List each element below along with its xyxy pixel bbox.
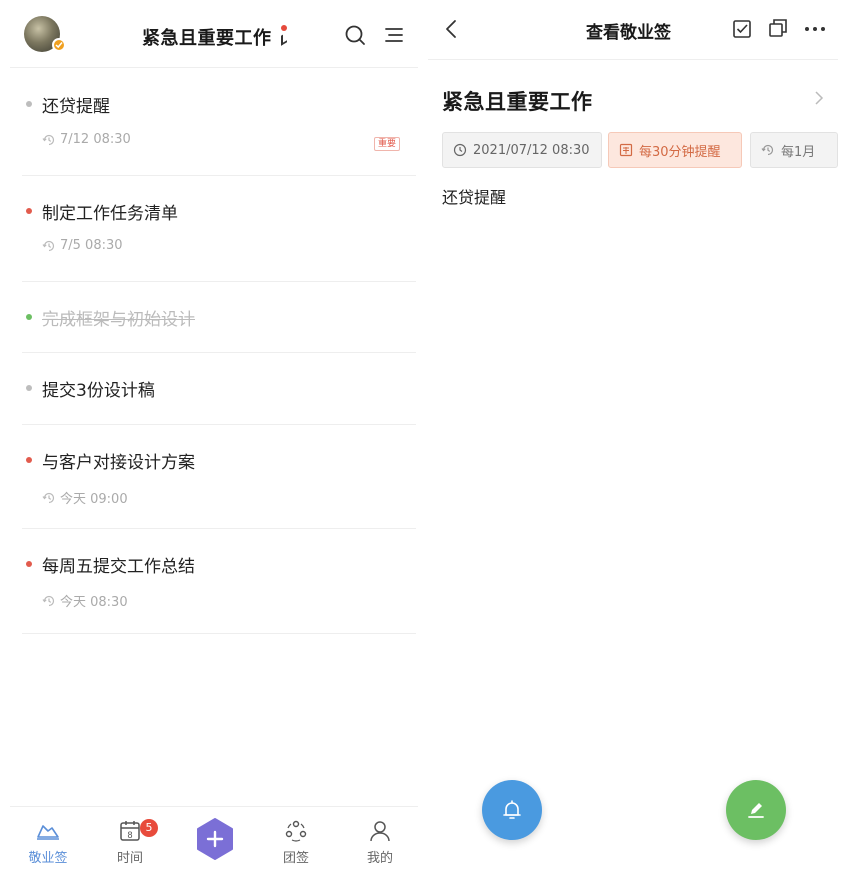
tab-jingyeqian[interactable]: 敬业签 xyxy=(18,819,78,866)
list-header: 紧急且重要工作 xyxy=(10,0,418,68)
item-time: 今天 09:00 xyxy=(60,492,128,507)
unread-dot-icon xyxy=(281,25,287,31)
item-title: 提交3份设计稿 xyxy=(42,381,155,401)
add-button[interactable] xyxy=(194,817,236,861)
copy-icon[interactable] xyxy=(768,18,788,38)
item-meta: 今天 09:00 xyxy=(42,488,128,507)
item-time: 7/5 08:30 xyxy=(60,238,123,253)
tab-mine[interactable]: 我的 xyxy=(350,819,410,866)
reminder-fab-button[interactable] xyxy=(482,780,542,840)
bottom-tab-bar: 敬业签 8 时间 5 团签 我的 xyxy=(10,806,418,880)
tab-team[interactable]: 团签 xyxy=(266,819,326,866)
tab-label: 敬业签 xyxy=(28,851,68,866)
detail-header: 查看敬业签 xyxy=(428,0,838,60)
more-icon[interactable] xyxy=(804,26,826,32)
important-tag: 重要 xyxy=(373,137,400,151)
calendar-day: 8 xyxy=(127,830,132,840)
profile-icon xyxy=(370,821,390,842)
repeat-cycle-chip[interactable]: 每1月 xyxy=(750,132,838,168)
item-title: 还贷提醒 xyxy=(42,97,110,117)
repeat-clock-icon xyxy=(42,134,55,145)
notification-badge: 5 xyxy=(140,819,158,837)
edit-fab-button[interactable] xyxy=(726,780,786,840)
status-dot xyxy=(26,314,32,320)
reminder-time-chip[interactable]: 2021/07/12 08:30 xyxy=(442,132,602,168)
repeat-remind-icon xyxy=(619,143,633,157)
item-title: 制定工作任务清单 xyxy=(42,204,178,224)
repeat-clock-icon xyxy=(42,492,55,503)
note-list-panel: 紧急且重要工作 还贷提醒 7/12 08:30 重要 制定工作任务清单 7/5 … xyxy=(0,0,424,880)
repeat-remind-chip[interactable]: 每30分钟提醒 xyxy=(608,132,742,168)
team-icon xyxy=(285,820,307,842)
page-title[interactable]: 紧急且重要工作 xyxy=(142,24,272,50)
repeat-clock-icon xyxy=(42,240,55,251)
back-icon[interactable] xyxy=(444,18,458,40)
calendar-icon: 8 xyxy=(120,821,140,841)
tab-label: 时间 xyxy=(116,851,143,866)
search-icon[interactable] xyxy=(344,24,366,46)
list-item[interactable]: 完成框架与初始设计 xyxy=(22,282,416,353)
clock-icon xyxy=(453,143,467,157)
repeat-clock-icon xyxy=(42,595,55,606)
repeat-clock-icon xyxy=(761,144,774,156)
vip-badge-icon xyxy=(52,38,66,52)
item-meta: 今天 08:30 xyxy=(42,591,128,610)
dropdown-corner-icon xyxy=(281,32,287,46)
status-dot xyxy=(26,457,32,463)
repeat-cycle: 每1月 xyxy=(781,144,816,160)
menu-icon[interactable] xyxy=(384,26,404,44)
item-title: 每周五提交工作总结 xyxy=(42,557,195,577)
detail-title: 查看敬业签 xyxy=(586,23,671,43)
note-content[interactable]: 还贷提醒 xyxy=(442,184,506,208)
edit-pencil-icon xyxy=(748,803,764,818)
item-time: 今天 08:30 xyxy=(60,595,128,610)
status-dot xyxy=(26,101,32,107)
status-dot xyxy=(26,561,32,567)
chevron-right-icon[interactable] xyxy=(814,90,824,106)
list-item[interactable]: 还贷提醒 7/12 08:30 重要 xyxy=(22,69,416,176)
list-item[interactable]: 制定工作任务清单 7/5 08:30 xyxy=(22,176,416,282)
item-title: 完成框架与初始设计 xyxy=(42,310,195,330)
boat-icon xyxy=(37,825,59,840)
note-title: 紧急且重要工作 xyxy=(442,90,593,114)
note-detail-panel: 查看敬业签 紧急且重要工作 2021/07/12 08:30 每30分钟提醒 每… xyxy=(428,0,848,880)
list-item[interactable]: 每周五提交工作总结 今天 08:30 xyxy=(22,529,416,634)
tab-label: 团签 xyxy=(282,851,309,866)
item-title: 与客户对接设计方案 xyxy=(42,453,195,473)
complete-check-icon[interactable] xyxy=(732,19,752,39)
list-item[interactable]: 与客户对接设计方案 今天 09:00 xyxy=(22,425,416,529)
note-list: 还贷提醒 7/12 08:30 重要 制定工作任务清单 7/5 08:30 完成… xyxy=(0,69,418,634)
item-meta: 7/12 08:30 xyxy=(42,132,131,147)
item-meta: 7/5 08:30 xyxy=(42,238,123,253)
reminder-time: 2021/07/12 08:30 xyxy=(473,142,590,158)
list-item[interactable]: 提交3份设计稿 xyxy=(22,353,416,425)
remind-interval: 每30分钟提醒 xyxy=(639,144,721,160)
status-dot xyxy=(26,208,32,214)
item-time: 7/12 08:30 xyxy=(60,132,131,147)
bell-icon xyxy=(503,800,521,819)
tab-label: 我的 xyxy=(366,851,393,866)
status-dot xyxy=(26,385,32,391)
